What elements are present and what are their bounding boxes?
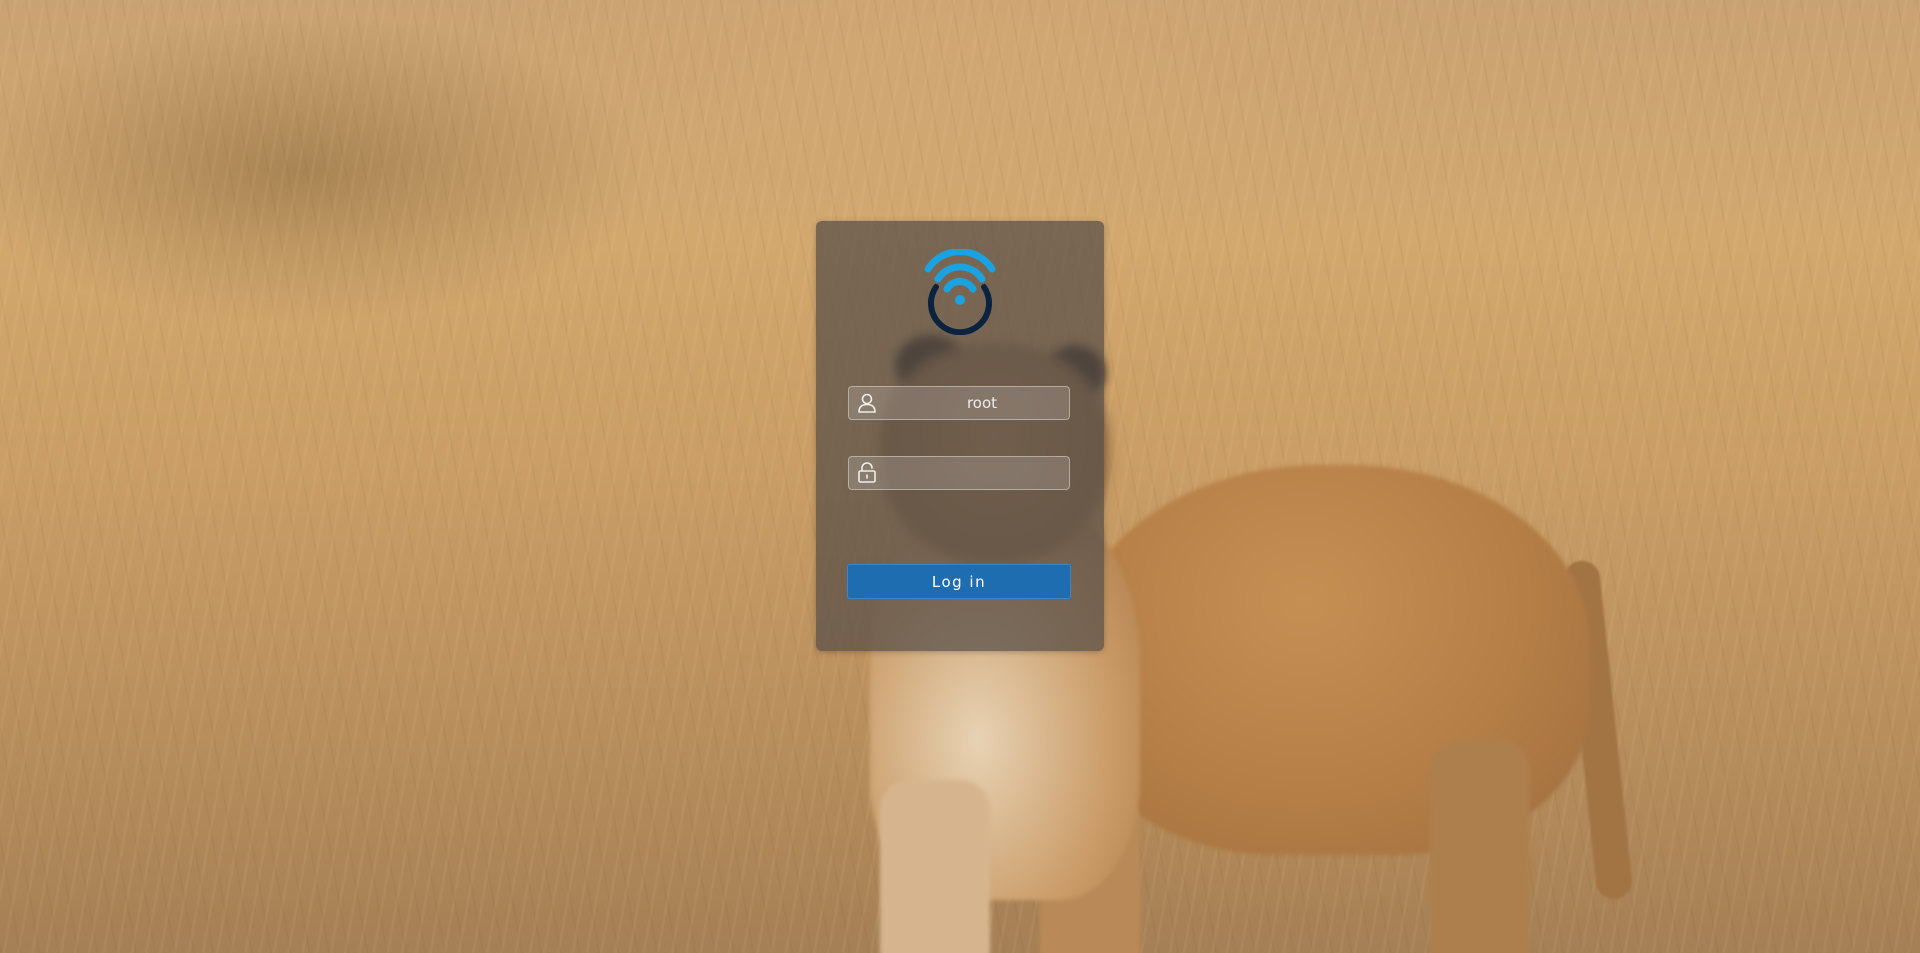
username-field[interactable] <box>848 386 1115 420</box>
login-panel: Log in <box>816 221 1115 651</box>
unlocked-padlock-icon <box>849 457 885 489</box>
lioness-leg <box>880 780 990 953</box>
password-input[interactable] <box>885 458 1115 488</box>
wifi-router-logo-icon <box>922 248 998 336</box>
login-button[interactable]: Log in <box>847 564 1071 599</box>
user-icon <box>849 387 885 419</box>
password-field[interactable] <box>848 456 1115 490</box>
lioness-leg <box>1430 740 1530 953</box>
username-input[interactable] <box>885 388 1115 418</box>
